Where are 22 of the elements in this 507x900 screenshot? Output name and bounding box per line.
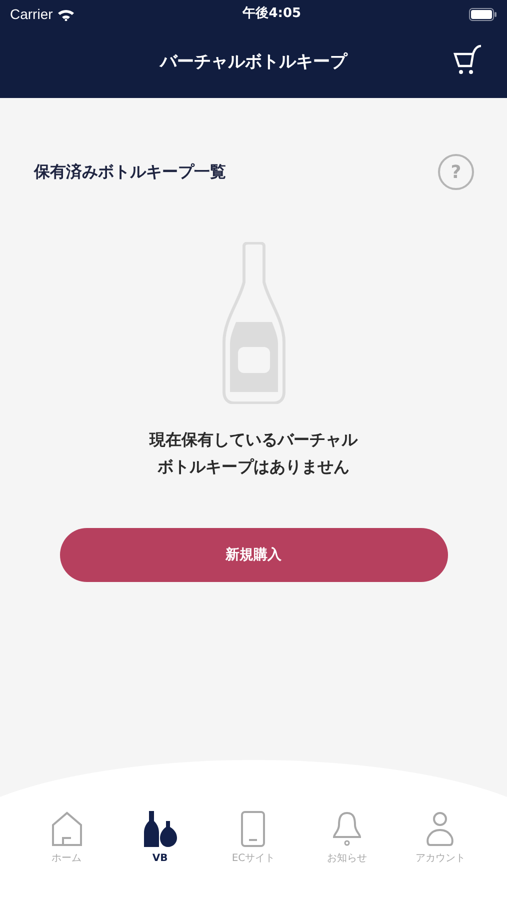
- home-icon: [50, 811, 83, 847]
- bottle-icon: [222, 242, 286, 404]
- nav-title: バーチャルボトルキープ: [160, 51, 347, 74]
- tab-item[interactable]: アカウント: [400, 806, 480, 866]
- tab-item[interactable]: お知らせ: [306, 806, 387, 866]
- tab-item[interactable]: ECサイト: [213, 806, 294, 866]
- phone-icon: [241, 811, 266, 847]
- status-time: 午後4:05: [242, 5, 302, 24]
- tab-item[interactable]: VB: [120, 806, 200, 866]
- tab-item[interactable]: ホーム: [26, 806, 107, 866]
- new-purchase-button[interactable]: 新規購入: [60, 528, 448, 582]
- cart-button[interactable]: [453, 44, 483, 76]
- bottles-icon: [142, 811, 178, 847]
- section-title: 保有済みボトルキープ一覧: [34, 161, 226, 183]
- help-button[interactable]: ?: [438, 154, 474, 190]
- wifi-icon: [56, 8, 75, 20]
- person-icon: [426, 811, 454, 847]
- cart-icon: [453, 44, 483, 76]
- battery-icon: [469, 8, 497, 20]
- bell-icon: [332, 811, 362, 847]
- carrier-label: Carrier: [10, 4, 53, 24]
- empty-message: 現在保有しているバーチャル ボトルキープはありません: [150, 429, 358, 478]
